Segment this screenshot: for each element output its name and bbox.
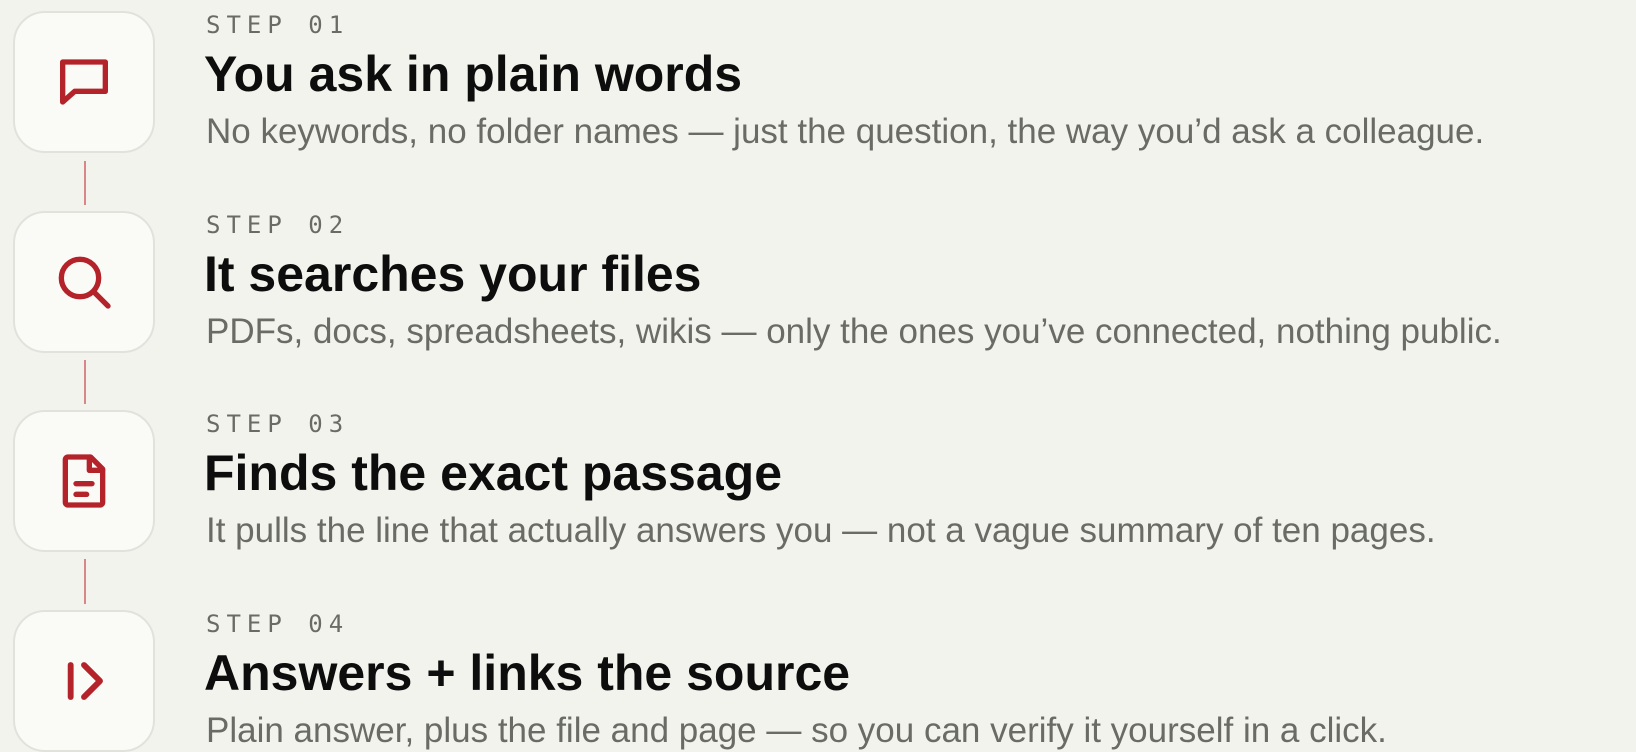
- step-title: Answers + links the source: [204, 645, 851, 701]
- step-kicker: STEP 03: [206, 410, 350, 438]
- step-connector: [84, 360, 86, 404]
- step-title: It searches your files: [204, 246, 702, 302]
- step-icon-tile: [13, 211, 155, 353]
- step-connector: [84, 161, 86, 205]
- step-description: It pulls the line that actually answers …: [206, 511, 1436, 550]
- steps-list: STEP 01 You ask in plain words No keywor…: [0, 0, 1636, 752]
- search-icon: [58, 256, 111, 309]
- step-item: STEP 01 You ask in plain words No keywor…: [0, 11, 1636, 161]
- step-item: STEP 03 Finds the exact passage It pulls…: [0, 410, 1636, 560]
- step-kicker: STEP 04: [206, 610, 350, 638]
- step-icon-tile: [13, 610, 155, 752]
- step-description: Plain answer, plus the file and page — s…: [206, 711, 1387, 750]
- step-kicker: STEP 02: [206, 211, 350, 239]
- step-description: PDFs, docs, spreadsheets, wikis — only t…: [206, 312, 1502, 351]
- step-connector: [84, 559, 86, 604]
- step-kicker: STEP 01: [206, 11, 350, 39]
- step-item: STEP 04 Answers + links the source Plain…: [0, 610, 1636, 752]
- chat-bubble-icon: [60, 59, 108, 105]
- step-title: Finds the exact passage: [204, 445, 783, 501]
- step-title: You ask in plain words: [204, 46, 743, 102]
- step-icon-tile: [13, 410, 155, 552]
- answer-arrow-icon: [67, 662, 103, 700]
- step-icon-tile: [13, 11, 155, 153]
- step-item: STEP 02 It searches your files PDFs, doc…: [0, 211, 1636, 361]
- step-description: No keywords, no folder names — just the …: [206, 112, 1485, 151]
- document-icon: [62, 454, 106, 508]
